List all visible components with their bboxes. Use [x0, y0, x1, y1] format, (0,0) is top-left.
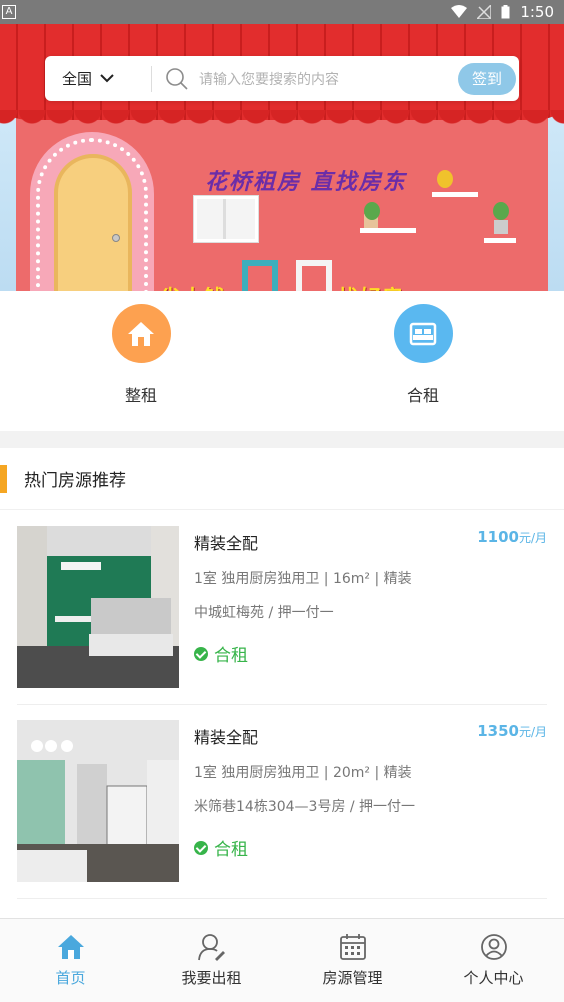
- nav-list-rental[interactable]: 我要出租: [141, 919, 282, 1002]
- listing-price: 1100元/月: [477, 528, 547, 546]
- status-bar: A 1:50: [0, 0, 564, 24]
- section-accent-bar: [0, 464, 7, 493]
- wifi-icon: [451, 5, 468, 18]
- nav-property-manage[interactable]: 房源管理: [282, 919, 423, 1002]
- profile-icon: [480, 934, 507, 960]
- flower-decoration: [437, 170, 453, 188]
- home-icon: [57, 935, 84, 959]
- search-input[interactable]: [199, 70, 458, 87]
- category-label: 合租: [406, 386, 439, 405]
- battery-icon: [501, 5, 510, 19]
- check-circle-icon: [194, 840, 208, 855]
- category-whole-rent[interactable]: 整租: [0, 291, 282, 431]
- nav-label: 首页: [55, 969, 86, 987]
- user-edit-icon: [197, 934, 225, 961]
- chair-decoration: [242, 260, 278, 291]
- city-label: 全国: [62, 70, 93, 88]
- notification-indicator: A: [2, 5, 16, 19]
- calendar-icon: [339, 934, 366, 960]
- listing-photo: [17, 526, 179, 688]
- nav-label: 房源管理: [322, 969, 383, 987]
- bottom-nav: 首页 我要出租 房源管理 个人中心: [0, 918, 564, 1002]
- category-section: 整租 合租: [0, 291, 564, 431]
- banner-text-right: 找好房: [338, 282, 404, 291]
- banner-window: [194, 196, 258, 242]
- listing-price: 1350元/月: [477, 722, 547, 740]
- listing-tag: 合租: [194, 835, 248, 860]
- banner-slogan: 花桥租房 直找房东: [205, 169, 407, 195]
- nav-label: 我要出租: [181, 969, 242, 987]
- house-icon: [111, 304, 171, 363]
- listing-location: 中城虹梅苑 / 押一付一: [194, 605, 334, 621]
- listing-specs: 1室 独用厨房独用卫 | 20m² | 精装: [194, 765, 412, 781]
- search-icon: [166, 67, 188, 90]
- chair-decoration: [296, 260, 332, 291]
- plant-decoration: [364, 202, 380, 220]
- divider: [151, 65, 152, 92]
- listing-title: 精装全配: [194, 728, 259, 747]
- check-circle-icon: [194, 646, 208, 661]
- clock: 1:50: [520, 3, 554, 21]
- signin-button[interactable]: 签到: [458, 62, 516, 95]
- search-bar: 全国 签到: [45, 56, 519, 101]
- nav-label: 个人中心: [463, 969, 524, 987]
- section-header: 热门房源推荐: [0, 448, 564, 510]
- listing-photo: [17, 720, 179, 882]
- category-label: 整租: [124, 386, 157, 405]
- listing-card[interactable]: 精装全配 1100元/月 1室 独用厨房独用卫 | 16m² | 精装 中城虹梅…: [17, 510, 547, 705]
- listing-location: 米筛巷14栋304—3号房 / 押一付一: [194, 799, 416, 815]
- banner-text-left: 省大钱: [160, 282, 226, 291]
- banner-door: [54, 154, 132, 291]
- recommend-section: 热门房源推荐 精装全配 1100元/月 1室 独用厨房独用卫 | 16m² | …: [0, 448, 564, 918]
- chevron-down-icon: [100, 74, 114, 83]
- city-selector[interactable]: 全国: [45, 68, 151, 89]
- nav-profile[interactable]: 个人中心: [423, 919, 564, 1002]
- category-shared-rent[interactable]: 合租: [282, 291, 564, 431]
- signal-icon: [477, 5, 492, 19]
- listing-title: 精装全配: [194, 534, 259, 553]
- listing-specs: 1室 独用厨房独用卫 | 16m² | 精装: [194, 571, 412, 587]
- bed-icon: [393, 304, 453, 363]
- listing-card[interactable]: 精装全配 1350元/月 1室 独用厨房独用卫 | 20m² | 精装 米筛巷1…: [17, 704, 547, 899]
- section-title: 热门房源推荐: [24, 471, 126, 491]
- nav-home[interactable]: 首页: [0, 919, 141, 1002]
- listing-tag: 合租: [194, 641, 248, 666]
